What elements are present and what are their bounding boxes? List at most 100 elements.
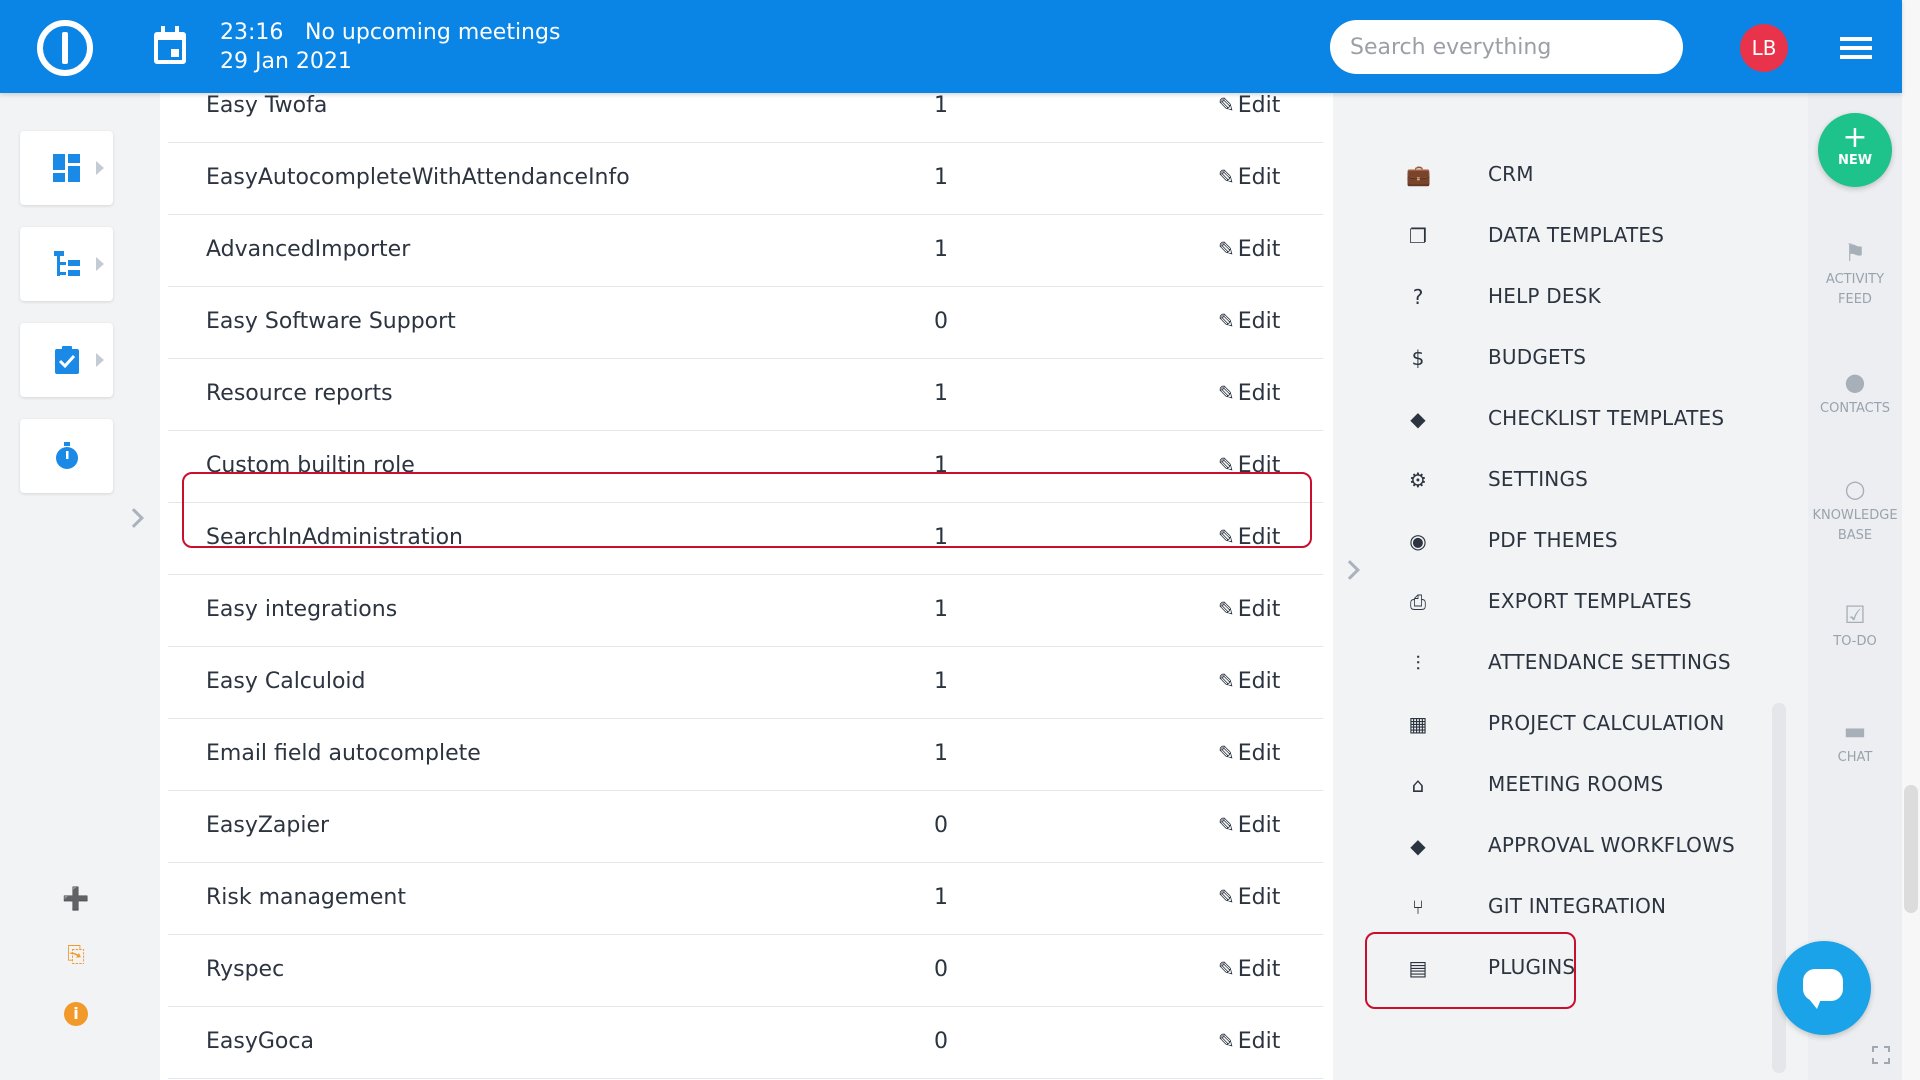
- person-icon: ●: [1844, 368, 1866, 396]
- new-button[interactable]: + NEW: [1818, 113, 1892, 187]
- admin-menu-item[interactable]: ◉ PDF THEMES: [1406, 521, 1786, 561]
- plugin-count: 0: [934, 1029, 948, 1054]
- dashboard-icon: [53, 154, 80, 182]
- admin-menu-scrollbar[interactable]: [1772, 703, 1786, 1073]
- plugin-name: Ryspec: [206, 957, 285, 982]
- right-rail-item[interactable]: ▬ CHAT: [1808, 716, 1902, 768]
- admin-menu-item[interactable]: $ BUDGETS: [1406, 338, 1786, 378]
- panel-divider: [1333, 93, 1373, 1080]
- admin-menu-item[interactable]: ◆ APPROVAL WORKFLOWS: [1406, 826, 1786, 866]
- admin-menu-item[interactable]: ❐ DATA TEMPLATES: [1406, 216, 1786, 256]
- plugin-count: 1: [934, 669, 948, 694]
- eye-icon: ◉: [1409, 529, 1427, 553]
- edit-link[interactable]: Edit: [1218, 1029, 1281, 1054]
- admin-menu-item[interactable]: ⎙ EXPORT TEMPLATES: [1406, 582, 1786, 622]
- admin-menu-label: BUDGETS: [1488, 345, 1587, 369]
- calendar-icon[interactable]: [154, 26, 186, 64]
- right-rail-label: CONTACTS: [1820, 401, 1890, 416]
- hamburger-menu-icon[interactable]: [1840, 37, 1872, 59]
- edit-link[interactable]: Edit: [1218, 957, 1281, 982]
- calculator-icon: ▦: [1408, 712, 1428, 736]
- plugin-count: 1: [934, 237, 948, 262]
- edit-link[interactable]: Edit: [1218, 93, 1281, 118]
- app-logo-icon[interactable]: [37, 20, 93, 76]
- admin-menu-item[interactable]: ⑂ GIT INTEGRATION: [1406, 887, 1786, 927]
- admin-menu-item[interactable]: ▦ PROJECT CALCULATION: [1406, 704, 1786, 744]
- plugin-name: Easy Calculoid: [206, 669, 366, 694]
- highlight-plugins: [1365, 932, 1576, 1009]
- edit-link[interactable]: Edit: [1218, 669, 1281, 694]
- admin-menu-item[interactable]: ⌂ MEETING ROOMS: [1406, 765, 1786, 805]
- right-rail-item[interactable]: ● CONTACTS: [1808, 367, 1902, 419]
- fullscreen-icon[interactable]: [1872, 1046, 1890, 1064]
- expand-caret-icon: [96, 353, 104, 367]
- table-row: EasyZapier 0 Edit: [168, 791, 1323, 863]
- sliders-icon: ⫶: [1415, 651, 1421, 675]
- tasks-button[interactable]: [20, 323, 113, 397]
- edit-link[interactable]: Edit: [1218, 597, 1281, 622]
- dashboard-button[interactable]: [20, 131, 113, 205]
- search-input[interactable]: [1330, 20, 1683, 74]
- admin-menu-label: PDF THEMES: [1488, 528, 1618, 552]
- plugin-count: 1: [934, 741, 948, 766]
- admin-menu-item[interactable]: ◆ CHECKLIST TEMPLATES: [1406, 399, 1786, 439]
- plugin-name: Email field autocomplete: [206, 741, 481, 766]
- plugin-count: 1: [934, 597, 948, 622]
- user-avatar[interactable]: LB: [1740, 24, 1788, 72]
- home-icon: ⌂: [1411, 773, 1425, 797]
- left-sidebar: ➕ ⎘ i: [0, 93, 160, 1080]
- meeting-info[interactable]: 23:16 No upcoming meetings 29 Jan 2021: [220, 18, 560, 76]
- add-user-icon[interactable]: ➕: [62, 886, 90, 914]
- admin-menu-label: HELP DESK: [1488, 284, 1601, 308]
- plugin-count: 1: [934, 165, 948, 190]
- right-rail-item[interactable]: ⚑ ACTIVITY FEED: [1808, 238, 1902, 310]
- admin-menu-item[interactable]: 💼 CRM: [1406, 155, 1786, 195]
- sign-in-icon[interactable]: ⎘: [62, 942, 90, 970]
- plugin-name: Easy Twofa: [206, 93, 328, 118]
- timer-button[interactable]: [20, 419, 113, 493]
- plugin-name: Resource reports: [206, 381, 393, 406]
- plugin-count: 0: [934, 813, 948, 838]
- page-scrollbar[interactable]: [1902, 0, 1920, 1080]
- table-row: EasyAutocompleteWithAttendanceInfo 1 Edit: [168, 143, 1323, 215]
- plugin-name: Easy integrations: [206, 597, 398, 622]
- admin-menu-label: SETTINGS: [1488, 467, 1589, 491]
- right-rail-item[interactable]: ☑ TO-DO: [1808, 600, 1902, 652]
- collapse-right-chevron-icon[interactable]: [1340, 560, 1360, 580]
- plugin-count: 1: [934, 381, 948, 406]
- administration-menu: 💼 CRM ❐ DATA TEMPLATES ? HELP DESK $ BUDGETS ◆ CH…: [1365, 93, 1808, 1080]
- plugin-count: 1: [934, 885, 948, 910]
- right-rail-label: TO-DO: [1833, 634, 1877, 649]
- admin-menu-label: DATA TEMPLATES: [1488, 223, 1665, 247]
- copy-icon: ❐: [1409, 224, 1427, 248]
- admin-menu-item[interactable]: ? HELP DESK: [1406, 277, 1786, 317]
- admin-menu-item[interactable]: ⫶ ATTENDANCE SETTINGS: [1406, 643, 1786, 683]
- edit-link[interactable]: Edit: [1218, 165, 1281, 190]
- admin-menu-label: APPROVAL WORKFLOWS: [1488, 833, 1735, 857]
- edit-link[interactable]: Edit: [1218, 885, 1281, 910]
- right-rail-label: ACTIVITY: [1825, 272, 1885, 287]
- edit-link[interactable]: Edit: [1218, 309, 1281, 334]
- admin-menu-label: GIT INTEGRATION: [1488, 894, 1667, 918]
- plugin-name: EasyAutocompleteWithAttendanceInfo: [206, 165, 630, 190]
- projects-tree-button[interactable]: [20, 227, 113, 301]
- edit-link[interactable]: Edit: [1218, 741, 1281, 766]
- highlight-custom-builtin-role: [182, 472, 1312, 548]
- right-rail-item[interactable]: ○ KNOWLEDGE BASE: [1808, 474, 1902, 546]
- page-scrollbar-thumb[interactable]: [1904, 785, 1918, 913]
- edit-link[interactable]: Edit: [1218, 237, 1281, 262]
- edit-link[interactable]: Edit: [1218, 381, 1281, 406]
- edit-link[interactable]: Edit: [1218, 813, 1281, 838]
- table-row: Risk management 1 Edit: [168, 863, 1323, 935]
- admin-menu-item[interactable]: ⚙ SETTINGS: [1406, 460, 1786, 500]
- table-row: Email field autocomplete 1 Edit: [168, 719, 1323, 791]
- stopwatch-icon: [56, 442, 78, 469]
- info-icon[interactable]: i: [62, 999, 90, 1027]
- collapse-left-chevron-icon[interactable]: [124, 508, 144, 528]
- gear-icon: ⚙: [1409, 468, 1427, 492]
- clipboard-check-icon: ☑: [1844, 601, 1866, 629]
- diamond-arrow-icon: ◆: [1410, 407, 1426, 431]
- chat-bubble-button[interactable]: [1777, 941, 1871, 1035]
- table-row: Resource reports 1 Edit: [168, 359, 1323, 431]
- flag-icon: ⚑: [1844, 239, 1866, 267]
